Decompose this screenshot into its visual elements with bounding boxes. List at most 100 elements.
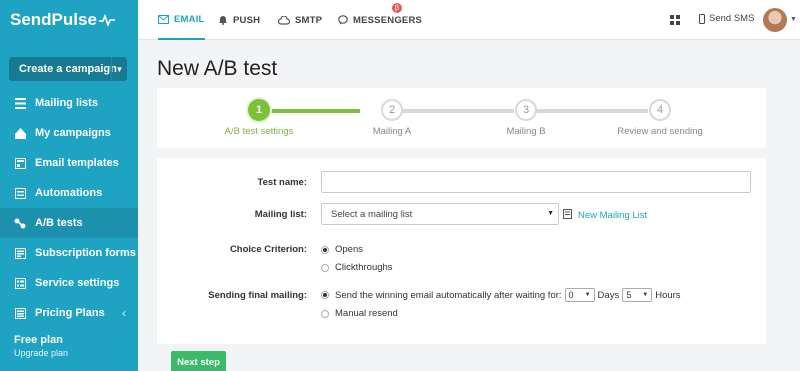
- create-campaign-button[interactable]: Create a campaign ▼: [9, 57, 127, 81]
- chevron-down-icon: ▼: [584, 292, 591, 298]
- beta-badge: β: [392, 3, 402, 13]
- sidebar-item-pricing-plans[interactable]: Pricing Plans: [0, 298, 138, 328]
- days-select[interactable]: 0 ▼: [564, 288, 595, 302]
- radio-button[interactable]: [321, 245, 329, 254]
- criterion-opens-label: Opens: [335, 244, 363, 255]
- sending-final-label: Sending final mailing:: [208, 290, 307, 301]
- collapse-sidebar-icon[interactable]: ‹: [122, 306, 126, 320]
- chevron-down-icon: ▼: [547, 210, 554, 217]
- forms-icon: [14, 247, 26, 259]
- hours-select[interactable]: 5 ▼: [622, 288, 653, 302]
- sidebar-item-label: Service settings: [35, 277, 120, 289]
- sending-auto-option[interactable]: Send the winning email automatically aft…: [321, 288, 681, 302]
- tab-label: EMAIL: [174, 13, 205, 25]
- add-list-icon: [563, 209, 572, 222]
- hours-label: Hours: [655, 289, 681, 301]
- tab-label: MESSENGERS: [353, 14, 423, 26]
- criterion-opens-option[interactable]: Opens: [321, 244, 363, 255]
- top-bar: EMAIL PUSH SMTP MESSENGERS β Send SMS ▼: [138, 0, 800, 40]
- tab-label: PUSH: [233, 14, 261, 26]
- sidebar-item-ab-tests[interactable]: A/B tests: [0, 208, 138, 238]
- ab-test-form: Test name: Mailing list: Select a mailin…: [157, 158, 766, 344]
- step-2-label: Mailing A: [372, 126, 412, 137]
- bell-icon: [218, 15, 228, 25]
- step-connector: [267, 109, 360, 113]
- chevron-down-icon[interactable]: ▼: [790, 16, 797, 23]
- sending-manual-option[interactable]: Manual resend: [321, 308, 398, 319]
- criterion-clickthroughs-option[interactable]: Clickthroughs: [321, 262, 393, 273]
- cloud-icon: [278, 15, 290, 25]
- send-sms-link[interactable]: Send SMS: [699, 13, 754, 24]
- step-1-circle: 1: [248, 99, 270, 121]
- send-sms-label: Send SMS: [709, 13, 755, 24]
- sidebar-item-label: My campaigns: [35, 127, 111, 139]
- sidebar-item-label: Pricing Plans: [35, 307, 105, 319]
- step-connector: [536, 109, 648, 113]
- stepper: 1 2 3 4 A/B test settings Mailing A Mail…: [157, 88, 766, 148]
- chevron-down-icon: ▼: [642, 292, 649, 298]
- choice-criterion-label: Choice Criterion:: [229, 244, 307, 255]
- days-label: Days: [597, 289, 620, 301]
- sidebar-item-label: Mailing lists: [35, 97, 98, 109]
- radio-button[interactable]: [321, 263, 329, 272]
- sidebar-item-email-templates[interactable]: Email templates: [0, 148, 138, 178]
- envelope-icon: [158, 14, 169, 24]
- step-4-circle: 4: [649, 99, 671, 121]
- tab-email[interactable]: EMAIL: [158, 0, 205, 40]
- phone-icon: [699, 13, 705, 24]
- next-step-button[interactable]: Next step: [171, 351, 226, 371]
- sidebar-item-label: Subscription forms: [35, 247, 136, 259]
- step-4-label: Review and sending: [617, 126, 703, 137]
- brand-name: SendPulse: [10, 10, 97, 29]
- pulse-icon: [98, 14, 115, 26]
- test-name-input[interactable]: [321, 171, 751, 193]
- sidebar-item-service-settings[interactable]: Service settings: [0, 268, 138, 298]
- chevron-down-icon[interactable]: ▼: [111, 57, 127, 81]
- tab-messengers[interactable]: MESSENGERS: [338, 0, 422, 40]
- create-campaign-label: Create a campaign: [19, 63, 117, 75]
- plan-info: Free plan Upgrade plan: [14, 334, 68, 358]
- new-mailing-list-link[interactable]: New Mailing List: [563, 209, 647, 222]
- sidebar-item-subscription-forms[interactable]: Subscription forms: [0, 238, 138, 268]
- step-2-circle: 2: [381, 99, 403, 121]
- mailing-list-label: Mailing list:: [254, 209, 307, 220]
- upgrade-plan-link[interactable]: Upgrade plan: [14, 348, 68, 358]
- page-title: New A/B test: [157, 57, 278, 80]
- tab-label: SMTP: [295, 14, 323, 26]
- sidebar-item-label: A/B tests: [35, 217, 83, 229]
- sidebar-item-label: Email templates: [35, 157, 119, 169]
- settings-icon: [14, 277, 26, 289]
- campaigns-icon: [14, 127, 26, 139]
- mailing-list-value: Select a mailing list: [331, 208, 413, 220]
- step-1-label: A/B test settings: [224, 126, 294, 137]
- step-3-circle: 3: [515, 99, 537, 121]
- chat-icon: [338, 15, 348, 25]
- sending-auto-label: Send the winning email automatically aft…: [335, 289, 562, 301]
- radio-button[interactable]: [321, 291, 329, 299]
- ab-tests-icon: [14, 217, 26, 229]
- test-name-label: Test name:: [257, 177, 307, 188]
- plan-title: Free plan: [14, 334, 63, 346]
- tab-push[interactable]: PUSH: [218, 0, 260, 40]
- days-value: 0: [568, 290, 574, 300]
- sidebar: SendPulse Create a campaign ▼ Mailing li…: [0, 0, 138, 371]
- sidebar-item-label: Automations: [35, 187, 103, 199]
- sidebar-nav: Mailing lists My campaigns Email templat…: [0, 88, 138, 328]
- new-mailing-list-label: New Mailing List: [578, 210, 648, 221]
- automations-icon: [14, 187, 26, 199]
- logo[interactable]: SendPulse: [0, 0, 138, 40]
- pricing-icon: [14, 307, 26, 319]
- apps-grid-icon[interactable]: [670, 14, 680, 28]
- sidebar-item-my-campaigns[interactable]: My campaigns: [0, 118, 138, 148]
- avatar[interactable]: [763, 8, 787, 32]
- sidebar-item-automations[interactable]: Automations: [0, 178, 138, 208]
- radio-button[interactable]: [321, 309, 329, 318]
- step-3-label: Mailing B: [506, 126, 546, 137]
- step-connector: [402, 109, 514, 113]
- sending-manual-label: Manual resend: [335, 308, 398, 319]
- templates-icon: [14, 157, 26, 169]
- criterion-clickthroughs-label: Clickthroughs: [335, 262, 393, 273]
- tab-smtp[interactable]: SMTP: [278, 0, 322, 40]
- mailing-list-select[interactable]: Select a mailing list ▼: [321, 203, 559, 225]
- sidebar-item-mailing-lists[interactable]: Mailing lists: [0, 88, 138, 118]
